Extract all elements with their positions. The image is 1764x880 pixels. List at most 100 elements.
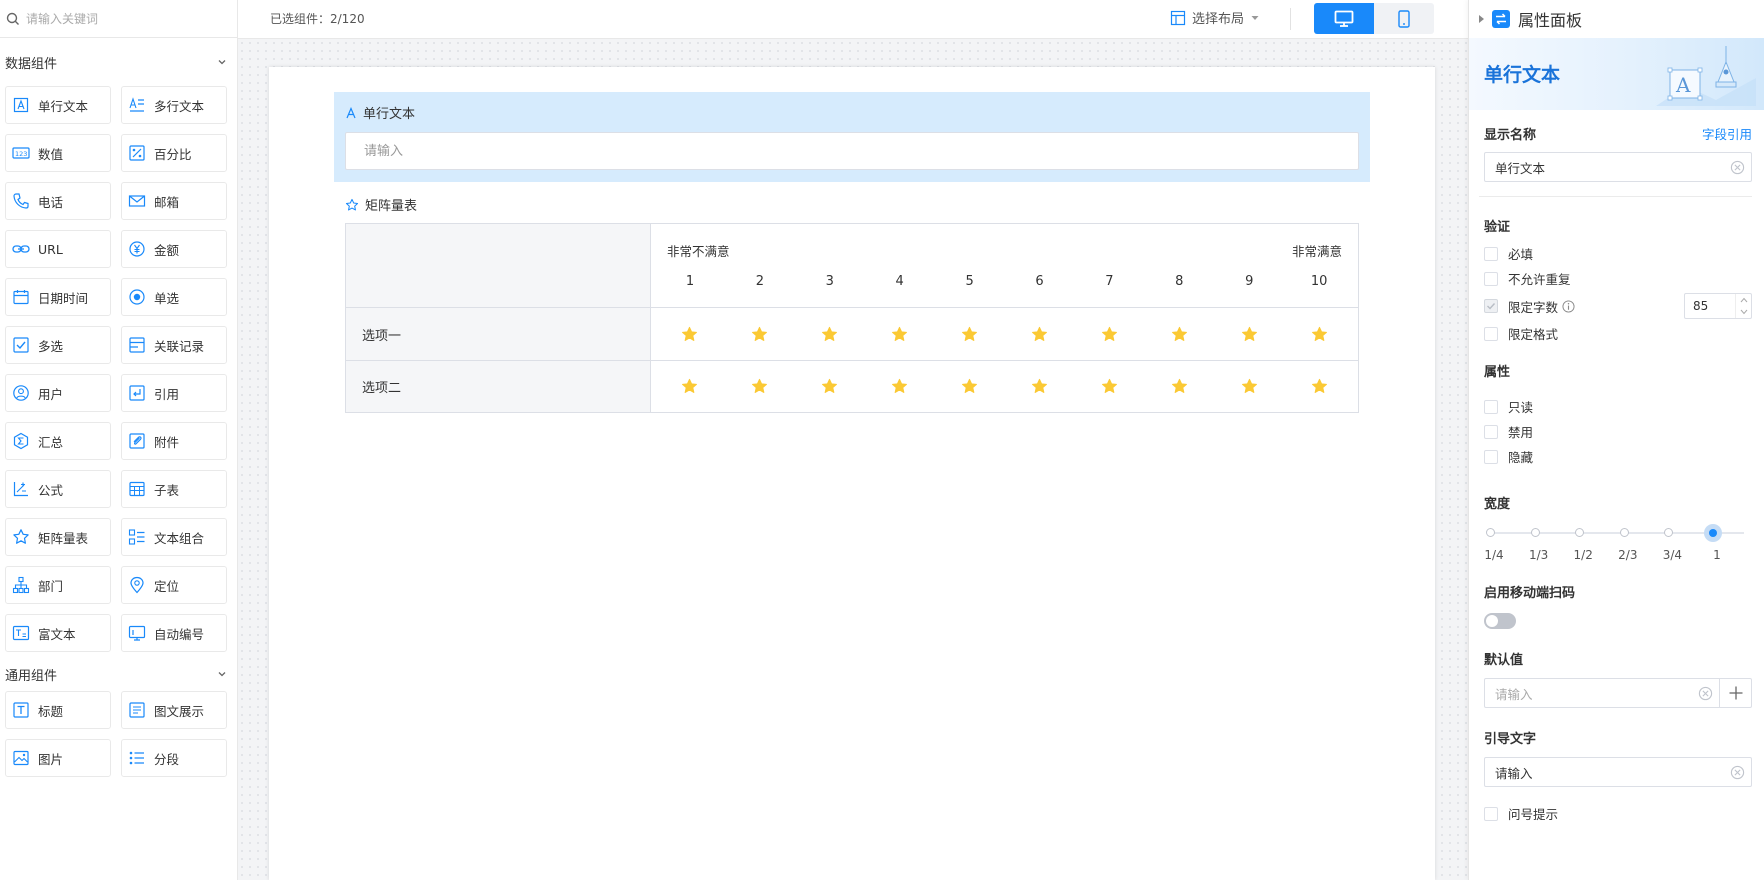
rating-star[interactable] [935,378,1005,395]
component-item[interactable]: 自动编号 [121,614,227,652]
layout-select[interactable]: 选择布局 [1170,8,1260,27]
component-item[interactable]: 标题 [5,691,111,729]
component-item[interactable]: 日期时间 [5,278,111,316]
rating-star[interactable] [725,378,795,395]
component-item[interactable]: 多行文本 [121,86,227,124]
rating-star[interactable] [935,326,1005,343]
default-value-input[interactable]: 请输入 [1484,678,1720,708]
checkbox[interactable] [1484,326,1498,341]
rating-star[interactable] [655,326,725,343]
guide-text-input[interactable]: 请输入 [1484,757,1752,787]
component-item[interactable]: 邮箱 [121,182,227,220]
slider-stop[interactable] [1664,528,1674,537]
checkbox[interactable] [1484,806,1498,821]
component-item[interactable]: 定位 [121,566,227,604]
number-spinner[interactable] [1735,294,1751,318]
component-item[interactable]: 图片 [5,739,111,777]
component-item[interactable]: 公式 [5,470,111,508]
mobile-view-button[interactable] [1374,3,1434,34]
title-icon [13,702,29,718]
rating-star[interactable] [1074,326,1144,343]
component-item[interactable]: 分段 [121,739,227,777]
checkbox[interactable] [1484,449,1498,464]
rating-star[interactable] [1005,326,1075,343]
component-item[interactable]: 多选 [5,326,111,364]
desktop-view-button[interactable] [1314,3,1374,34]
clear-icon[interactable] [1698,686,1713,701]
rating-star[interactable] [1214,326,1284,343]
property-option[interactable]: 隐藏 [1484,444,1752,469]
clear-icon[interactable] [1730,765,1745,780]
rating-star[interactable] [865,378,935,395]
component-item[interactable]: 部门 [5,566,111,604]
slider-handle[interactable] [1704,524,1722,542]
general-components-header[interactable]: 通用组件 [0,657,237,691]
component-item[interactable]: 百分比 [121,134,227,172]
component-item[interactable]: 引用 [121,374,227,412]
component-item[interactable]: URL [5,230,111,268]
single-line-text-input[interactable] [345,132,1359,170]
component-label: 单选 [154,290,180,306]
mobile-scan-toggle[interactable] [1484,613,1516,629]
rating-star[interactable] [1214,378,1284,395]
info-icon[interactable] [1562,299,1575,313]
char-limit-input[interactable]: 85 [1684,293,1752,319]
tooltip-option[interactable]: 问号提示 [1484,801,1752,826]
checkbox[interactable] [1484,424,1498,439]
data-components-header[interactable]: 数据组件 [0,38,237,86]
component-item[interactable]: 矩阵量表 [5,518,111,556]
component-item[interactable]: 关联记录 [121,326,227,364]
property-option[interactable]: 禁用 [1484,419,1752,444]
slider-stop[interactable] [1486,528,1495,537]
component-item[interactable]: 金额 [121,230,227,268]
checkbox[interactable] [1484,399,1498,414]
component-item[interactable]: 汇总 [5,422,111,460]
rating-star[interactable] [1144,378,1214,395]
width-slider[interactable] [1484,520,1752,548]
checkbox[interactable] [1484,246,1498,261]
component-item[interactable]: 123 数值 [5,134,111,172]
slider-stop[interactable] [1575,528,1585,537]
field-reference-link[interactable]: 字段引用 [1702,124,1752,143]
component-item[interactable]: 单行文本 [5,86,111,124]
rating-star[interactable] [865,326,935,343]
validation-option[interactable]: 限定字数 85 [1484,291,1752,321]
rating-star[interactable] [655,378,725,395]
single-line-text-field[interactable]: 单行文本 [334,92,1370,182]
formula-icon [13,482,28,497]
validation-option[interactable]: 限定格式 [1484,321,1752,346]
property-option[interactable]: 只读 [1484,394,1752,419]
validation-option[interactable]: 必填 [1484,241,1752,266]
validation-option[interactable]: 不允许重复 [1484,266,1752,291]
collapse-caret-icon[interactable] [1479,15,1484,23]
caret-down-icon [1251,15,1259,20]
component-item[interactable]: 文本组合 [121,518,227,556]
clear-icon[interactable] [1730,160,1745,175]
scale-number: 5 [965,274,974,289]
component-item[interactable]: 用户 [5,374,111,412]
add-default-value-button[interactable] [1720,678,1752,708]
checkbox[interactable] [1484,271,1498,286]
checkbox[interactable] [1484,299,1498,313]
single-line-text-icon [13,97,29,113]
rating-star[interactable] [1144,326,1214,343]
component-item[interactable]: 单选 [121,278,227,316]
rating-star[interactable] [795,378,865,395]
rating-star[interactable] [1284,378,1354,395]
search-input[interactable] [26,11,226,26]
rating-star[interactable] [1074,378,1144,395]
rating-star[interactable] [1284,326,1354,343]
component-item[interactable]: 子表 [121,470,227,508]
rating-star[interactable] [795,326,865,343]
rating-star[interactable] [725,326,795,343]
component-item[interactable]: 电话 [5,182,111,220]
width-option-label: 1/2 [1573,548,1593,562]
display-name-input[interactable]: 单行文本 [1484,152,1752,182]
component-item[interactable]: 附件 [121,422,227,460]
rating-star[interactable] [1005,378,1075,395]
component-item[interactable]: 图文展示 [121,691,227,729]
component-item[interactable]: 富文本 [5,614,111,652]
slider-stop[interactable] [1530,528,1540,537]
checkbox-icon [13,337,29,353]
slider-stop[interactable] [1619,528,1629,537]
